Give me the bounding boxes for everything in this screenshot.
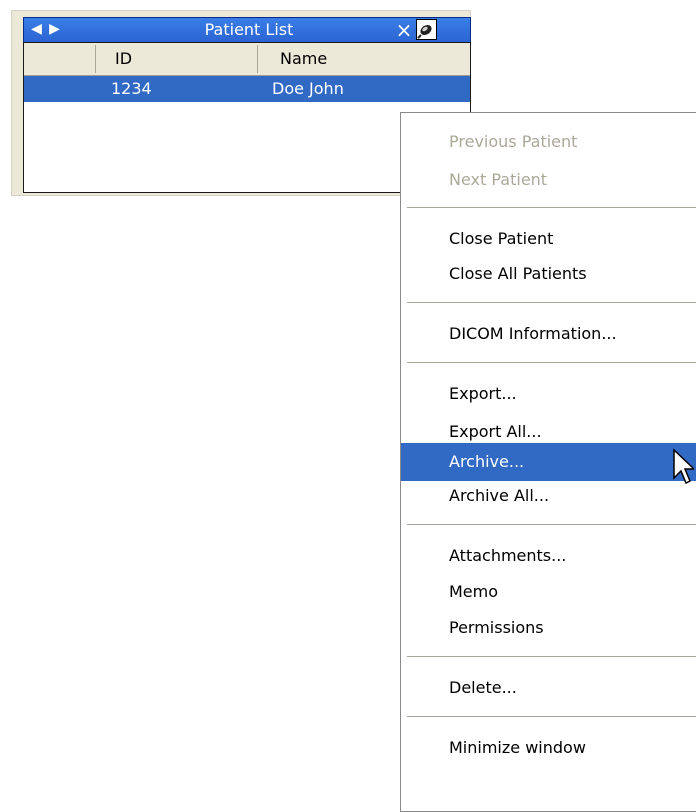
menu-item-label: Close All Patients	[449, 264, 587, 283]
menu-item-attachments[interactable]: Attachments...	[401, 539, 696, 573]
menu-separator	[407, 302, 696, 303]
menu-item-label: DICOM Information...	[449, 324, 617, 343]
column-divider[interactable]	[257, 45, 258, 73]
menu-item-memo[interactable]: Memo	[401, 575, 696, 609]
menu-separator	[407, 207, 696, 208]
column-header-id[interactable]: ID	[115, 43, 132, 75]
menu-item-label: Attachments...	[449, 546, 567, 565]
pin-icon	[417, 24, 432, 39]
cell-id: 1234	[111, 79, 152, 98]
previous-arrow-icon[interactable]: ◀	[28, 21, 45, 38]
panel-titlebar: ◀ ▶ Patient List ×	[23, 17, 471, 42]
menu-item-close-all-patients[interactable]: Close All Patients	[401, 257, 696, 291]
menu-separator	[407, 716, 696, 717]
menu-item-previous-patient[interactable]: Previous Patient	[401, 125, 696, 159]
next-arrow-icon[interactable]: ▶	[46, 21, 63, 38]
menu-item-export[interactable]: Export...	[401, 377, 696, 411]
close-icon[interactable]: ×	[394, 19, 414, 41]
menu-item-label: Previous Patient	[449, 132, 578, 151]
table-header: ID Name	[24, 43, 470, 76]
menu-separator	[407, 656, 696, 657]
column-header-name[interactable]: Name	[280, 43, 327, 75]
mouse-pointer-icon	[673, 448, 694, 485]
menu-item-dicom-information[interactable]: DICOM Information...	[401, 317, 696, 351]
menu-item-delete[interactable]: Delete...	[401, 671, 696, 705]
menu-separator	[407, 524, 696, 525]
menu-item-permissions[interactable]: Permissions	[401, 611, 696, 645]
table-row[interactable]: 1234 Doe John	[24, 76, 470, 102]
menu-item-label: Archive...	[449, 452, 525, 471]
panel-title: Patient List	[204, 20, 294, 39]
menu-item-label: Permissions	[449, 618, 544, 637]
menu-item-label: Export...	[449, 384, 517, 403]
column-divider[interactable]	[95, 45, 96, 73]
menu-item-label: Memo	[449, 582, 499, 601]
menu-item-label: Delete...	[449, 678, 517, 697]
menu-item-label: Close Patient	[449, 229, 554, 248]
cell-name: Doe John	[272, 79, 344, 98]
menu-item-next-patient[interactable]: Next Patient	[401, 163, 696, 197]
menu-separator	[407, 362, 696, 363]
menu-item-label: Next Patient	[449, 170, 548, 189]
menu-item-close-patient[interactable]: Close Patient	[401, 222, 696, 256]
menu-item-archive-all[interactable]: Archive All...	[401, 479, 696, 513]
menu-item-label: Minimize window	[449, 738, 586, 757]
pin-button[interactable]	[416, 19, 437, 40]
context-menu: Previous Patient Next Patient Close Pati…	[400, 112, 696, 812]
menu-item-minimize-window[interactable]: Minimize window	[401, 731, 696, 765]
menu-item-label: Archive All...	[449, 486, 550, 505]
menu-item-archive[interactable]: Archive...	[401, 443, 696, 481]
